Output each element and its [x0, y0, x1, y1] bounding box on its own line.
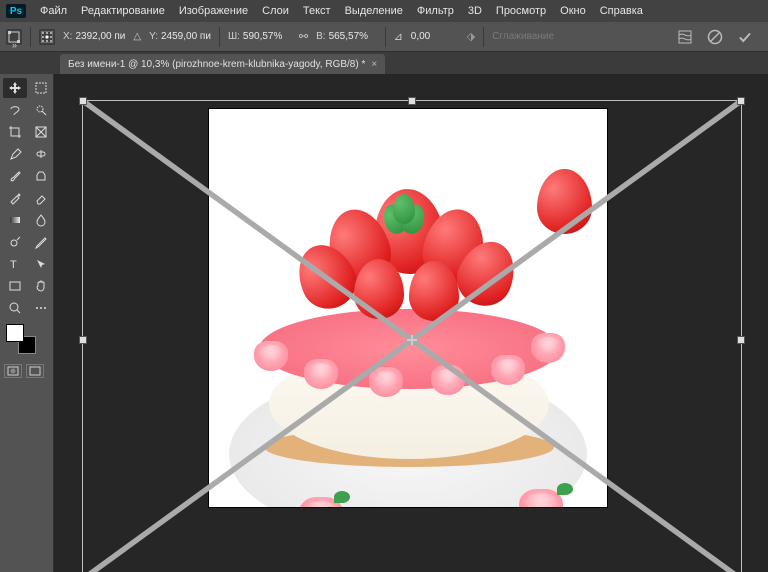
- options-bar: X: 2392,00 пи △ Y: 2459,00 пи Ш: 590,57%…: [0, 22, 768, 52]
- divider: [483, 27, 484, 47]
- edit-toolbar-icon[interactable]: [29, 298, 53, 318]
- history-brush-tool-icon[interactable]: [3, 188, 27, 208]
- quick-select-tool-icon[interactable]: [29, 100, 53, 120]
- x-field[interactable]: X: 2392,00 пи: [63, 31, 125, 42]
- eyedropper-tool-icon[interactable]: [3, 144, 27, 164]
- transform-handle-mr[interactable]: [737, 336, 745, 344]
- divider: [385, 27, 386, 47]
- commit-transform-icon[interactable]: [736, 28, 754, 46]
- transform-handle-ml[interactable]: [79, 336, 87, 344]
- pen-tool-icon[interactable]: [29, 232, 53, 252]
- height-field[interactable]: В: 565,57%: [316, 31, 376, 42]
- width-label: Ш:: [228, 31, 240, 42]
- document-tab-strip: » Без имени-1 @ 10,3% (pirozhnoe-krem-kl…: [0, 52, 768, 74]
- menu-bar: Ps Файл Редактирование Изображение Слои …: [0, 0, 768, 22]
- screen-mode-icon[interactable]: [26, 364, 44, 378]
- marquee-tool-icon[interactable]: [29, 78, 53, 98]
- link-wh-icon[interactable]: ⚯: [299, 30, 308, 43]
- x-label: X:: [63, 31, 72, 42]
- menu-filter[interactable]: Фильтр: [417, 5, 454, 17]
- x-value[interactable]: 2392,00 пи: [75, 31, 125, 42]
- menu-help[interactable]: Справка: [600, 5, 643, 17]
- reference-point-icon[interactable]: [39, 29, 55, 45]
- menu-text[interactable]: Текст: [303, 5, 331, 17]
- clone-tool-icon[interactable]: [29, 166, 53, 186]
- width-value[interactable]: 590,57%: [243, 31, 291, 42]
- menu-view[interactable]: Просмотр: [496, 5, 546, 17]
- transform-handle-tr[interactable]: [737, 97, 745, 105]
- document-tab[interactable]: Без имени-1 @ 10,3% (pirozhnoe-krem-klub…: [60, 54, 385, 74]
- eraser-tool-icon[interactable]: [29, 188, 53, 208]
- crop-tool-icon[interactable]: [3, 122, 27, 142]
- skew-h-icon[interactable]: ⬗: [467, 30, 475, 43]
- menu-image[interactable]: Изображение: [179, 5, 248, 17]
- menu-layers[interactable]: Слои: [262, 5, 289, 17]
- svg-text:T: T: [10, 259, 17, 271]
- canvas-area[interactable]: [54, 74, 768, 572]
- menu-file[interactable]: Файл: [40, 5, 67, 17]
- transform-bounding-box[interactable]: [82, 100, 742, 572]
- type-tool-icon[interactable]: T: [3, 254, 27, 274]
- menu-3d[interactable]: 3D: [468, 5, 482, 17]
- transform-center-icon[interactable]: [407, 335, 417, 345]
- document-tab-title: Без имени-1 @ 10,3% (pirozhnoe-krem-klub…: [68, 59, 365, 70]
- interpolation-label[interactable]: Сглаживание: [492, 31, 554, 42]
- brush-tool-icon[interactable]: [3, 166, 27, 186]
- width-field[interactable]: Ш: 590,57%: [228, 31, 291, 42]
- app-logo: Ps: [6, 4, 26, 18]
- lasso-tool-icon[interactable]: [3, 100, 27, 120]
- transform-handle-tl[interactable]: [79, 97, 87, 105]
- blur-tool-icon[interactable]: [29, 210, 53, 230]
- move-tool-icon[interactable]: [3, 78, 27, 98]
- transform-handle-tm[interactable]: [408, 97, 416, 105]
- menu-window[interactable]: Окно: [560, 5, 586, 17]
- y-label: Y:: [149, 31, 158, 42]
- angle-icon: ⊿: [394, 30, 403, 43]
- angle-value[interactable]: 0,00: [411, 31, 459, 42]
- divider: [219, 27, 220, 47]
- height-value[interactable]: 565,57%: [329, 31, 377, 42]
- triangle-xy-icon[interactable]: △: [133, 31, 141, 42]
- close-tab-icon[interactable]: ×: [371, 59, 377, 70]
- gradient-tool-icon[interactable]: [3, 210, 27, 230]
- color-swatches[interactable]: [0, 322, 53, 360]
- toolbox-collapse-icon[interactable]: »: [12, 40, 17, 50]
- divider: [30, 27, 31, 47]
- toolbox: T: [0, 74, 54, 572]
- warp-mode-icon[interactable]: [676, 28, 694, 46]
- rectangle-tool-icon[interactable]: [3, 276, 27, 296]
- foreground-color-swatch[interactable]: [6, 324, 24, 342]
- y-field[interactable]: Y: 2459,00 пи: [149, 31, 211, 42]
- quick-mask-icon[interactable]: [4, 364, 22, 378]
- path-select-tool-icon[interactable]: [29, 254, 53, 274]
- hand-tool-icon[interactable]: [29, 276, 53, 296]
- menu-select[interactable]: Выделение: [345, 5, 403, 17]
- dodge-tool-icon[interactable]: [3, 232, 27, 252]
- menu-edit[interactable]: Редактирование: [81, 5, 165, 17]
- zoom-tool-icon[interactable]: [3, 298, 27, 318]
- height-label: В:: [316, 31, 325, 42]
- cancel-transform-icon[interactable]: [706, 28, 724, 46]
- y-value[interactable]: 2459,00 пи: [161, 31, 211, 42]
- healing-tool-icon[interactable]: [29, 144, 53, 164]
- frame-tool-icon[interactable]: [29, 122, 53, 142]
